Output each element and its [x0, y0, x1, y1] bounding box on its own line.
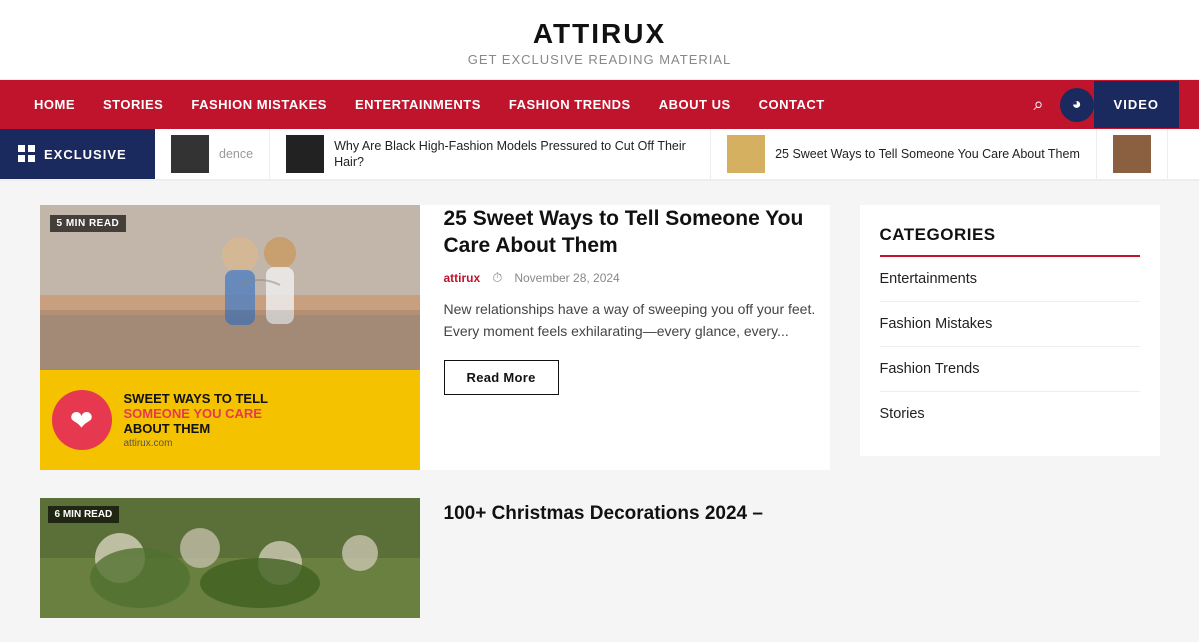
- video-button[interactable]: VIDEO: [1094, 81, 1179, 128]
- article-main-image-0: 5 MIN READ: [40, 205, 420, 370]
- article-image-1: 6 MIN READ: [40, 498, 420, 618]
- article-date-0: November 28, 2024: [514, 271, 619, 285]
- category-stories[interactable]: Stories: [880, 392, 1140, 436]
- article-author-0: attirux: [444, 271, 481, 285]
- heart-icon: ❤: [52, 390, 112, 450]
- ticker-thumb-3: [1113, 135, 1151, 173]
- read-time-badge-1: 6 MIN READ: [48, 506, 120, 523]
- category-entertainments[interactable]: Entertainments: [880, 257, 1140, 302]
- articles-column: 5 MIN READ ❤ SWEET WAYS TO TELL SOMEONE …: [40, 205, 830, 618]
- article-title-0: 25 Sweet Ways to Tell Someone You Care A…: [444, 205, 830, 260]
- categories-box: CATEGORIES Entertainments Fashion Mistak…: [860, 205, 1160, 456]
- main-nav: HOME STORIES FASHION MISTAKES ENTERTAINM…: [0, 80, 1199, 129]
- article-card-1: 6 MIN READ 100+ Christmas Decorations 20…: [40, 498, 830, 618]
- article-title-1: 100+ Christmas Decorations 2024 –: [444, 502, 830, 527]
- categories-title: CATEGORIES: [880, 225, 1140, 257]
- ticker-exclusive-label: EXCLUSIVE: [0, 129, 155, 179]
- ticker-item-2[interactable]: 25 Sweet Ways to Tell Someone You Care A…: [711, 129, 1097, 179]
- main-container: 5 MIN READ ❤ SWEET WAYS TO TELL SOMEONE …: [20, 181, 1180, 642]
- article-card-0: 5 MIN READ ❤ SWEET WAYS TO TELL SOMEONE …: [40, 205, 830, 470]
- settings-icon[interactable]: ◕: [1060, 88, 1094, 122]
- ticker-item-1[interactable]: Why Are Black High-Fashion Models Pressu…: [270, 129, 711, 179]
- ticker-thumb-0: [171, 135, 209, 173]
- nav-item-entertainments[interactable]: ENTERTAINMENTS: [341, 81, 495, 128]
- ticker-items: dence Why Are Black High-Fashion Models …: [155, 129, 1199, 179]
- nav-item-contact[interactable]: CONTACT: [745, 81, 839, 128]
- sidebar-column: CATEGORIES Entertainments Fashion Mistak…: [860, 205, 1160, 618]
- category-fashion-trends[interactable]: Fashion Trends: [880, 347, 1140, 392]
- ticker-bar: EXCLUSIVE dence Why Are Black High-Fashi…: [0, 129, 1199, 181]
- article-excerpt-0: New relationships have a way of sweeping…: [444, 298, 830, 343]
- nav-item-fashion-mistakes[interactable]: FASHION MISTAKES: [177, 81, 341, 128]
- nav-item-fashion-trends[interactable]: FASHION TRENDS: [495, 81, 645, 128]
- ticker-item-0: dence: [155, 129, 270, 179]
- read-more-button-0[interactable]: Read More: [444, 360, 559, 395]
- category-fashion-mistakes[interactable]: Fashion Mistakes: [880, 302, 1140, 347]
- search-icon[interactable]: ⌕: [1017, 80, 1059, 129]
- ticker-item-3: [1097, 129, 1168, 179]
- site-title: ATTIRUX: [0, 18, 1199, 50]
- ticker-thumb-1: [286, 135, 324, 173]
- nav-item-about-us[interactable]: ABOUT US: [645, 81, 745, 128]
- article-secondary-image-0: ❤ SWEET WAYS TO TELL SOMEONE YOU CARE AB…: [40, 370, 420, 470]
- nav-item-home[interactable]: HOME: [20, 81, 89, 128]
- article-content-1: 100+ Christmas Decorations 2024 –: [444, 498, 830, 618]
- nav-item-stories[interactable]: STORIES: [89, 81, 177, 128]
- secondary-text: SWEET WAYS TO TELL SOMEONE YOU CARE ABOU…: [124, 391, 408, 449]
- ticker-thumb-2: [727, 135, 765, 173]
- article-content-0: 25 Sweet Ways to Tell Someone You Care A…: [444, 205, 830, 470]
- read-time-badge-0: 5 MIN READ: [50, 215, 127, 232]
- clock-icon: ⏱: [492, 270, 502, 286]
- article-image-wrap-0: 5 MIN READ ❤ SWEET WAYS TO TELL SOMEONE …: [40, 205, 420, 470]
- site-header: ATTIRUX GET EXCLUSIVE READING MATERIAL: [0, 0, 1199, 80]
- article-meta-0: attirux ⏱ November 28, 2024: [444, 270, 830, 286]
- site-tagline: GET EXCLUSIVE READING MATERIAL: [0, 52, 1199, 67]
- grid-icon: [18, 145, 36, 163]
